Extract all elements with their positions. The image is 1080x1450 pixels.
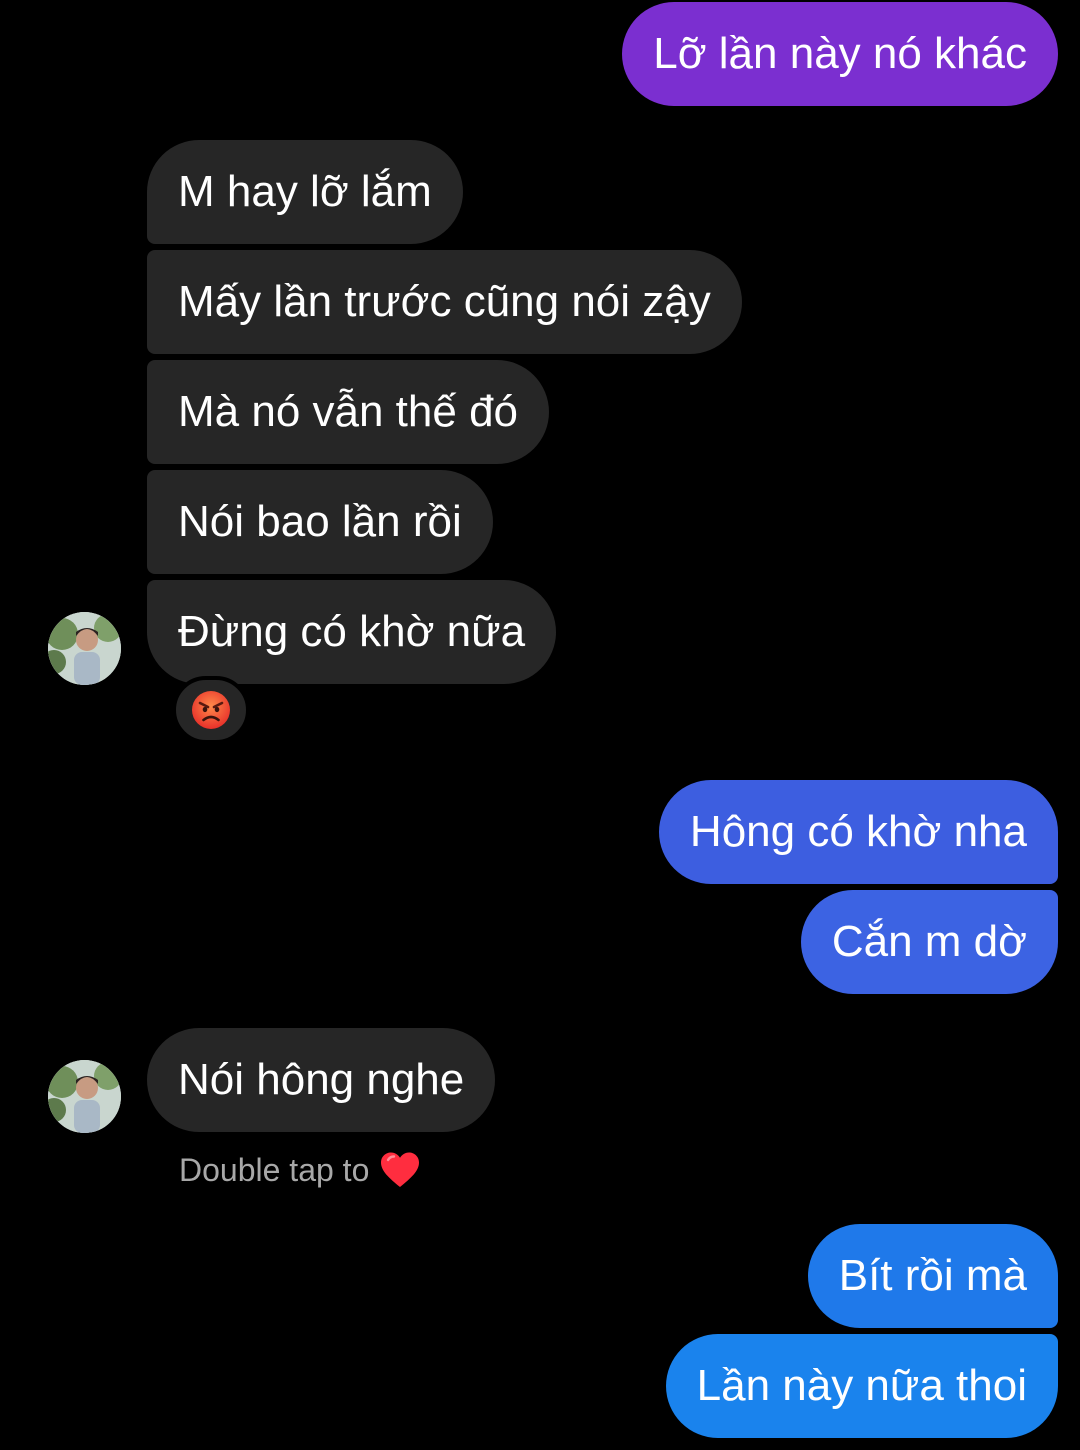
outgoing-message[interactable]: Cắn m dờ <box>800 890 1058 994</box>
outgoing-message[interactable]: Lần này nữa thoi <box>665 1334 1058 1438</box>
chat-thread: Lỡ lần này nó khác M hay lỡ lắm Mấy lần … <box>0 0 1080 1450</box>
incoming-message[interactable]: Nói bao lần rồi <box>147 470 493 574</box>
incoming-message[interactable]: M hay lỡ lắm <box>147 140 463 244</box>
incoming-message[interactable]: Đừng có khờ nữa <box>147 580 557 684</box>
outgoing-message[interactable]: Lỡ lần này nó khác <box>622 2 1058 106</box>
angry-face-emoji-icon <box>192 691 230 729</box>
heart-icon <box>381 1152 420 1187</box>
incoming-message[interactable]: Mà nó vẫn thế đó <box>147 360 550 464</box>
message-reaction[interactable] <box>172 676 250 744</box>
incoming-message[interactable]: Nói hông nghe <box>147 1028 496 1132</box>
outgoing-message[interactable]: Bít rồi mà <box>807 1224 1058 1328</box>
hint-text: Double tap to <box>179 1152 370 1188</box>
incoming-message[interactable]: Mấy lần trước cũng nói zậy <box>147 250 742 354</box>
contact-avatar[interactable] <box>48 1060 121 1133</box>
outgoing-message[interactable]: Hông có khờ nha <box>658 780 1058 884</box>
contact-avatar[interactable] <box>48 612 121 685</box>
double-tap-hint: Double tap to <box>179 1148 421 1192</box>
